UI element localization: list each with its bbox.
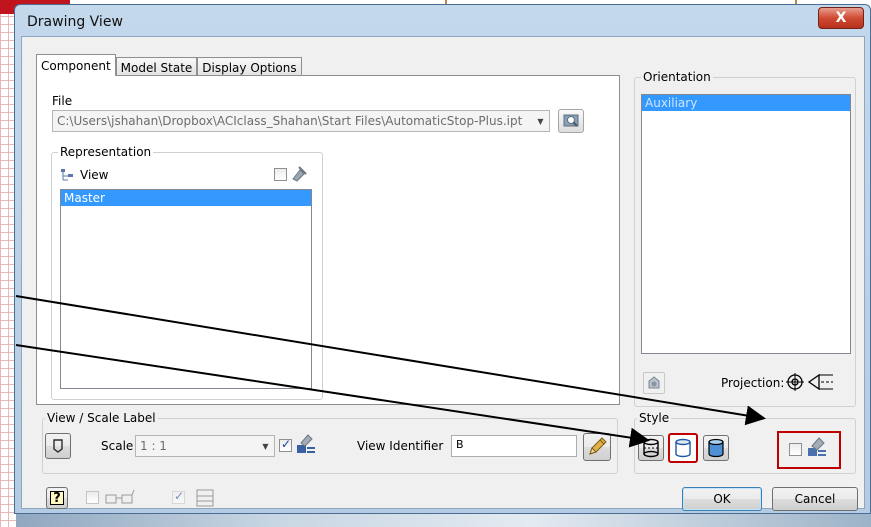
annotation-arrow-to-hidden-line-button [15,344,650,448]
annotation-arrow-to-style-checkbox [15,295,766,426]
annotation-arrows [15,295,766,448]
tab-component[interactable]: Component [36,54,116,76]
